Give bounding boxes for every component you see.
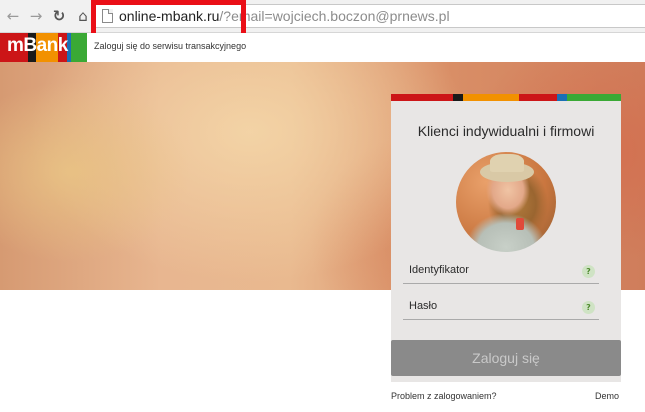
identifier-field[interactable]: Identyfikator ? bbox=[403, 260, 599, 284]
reload-icon[interactable]: ↻ bbox=[50, 7, 68, 25]
arrow-left-icon[interactable]: ← bbox=[4, 7, 22, 25]
logo-text: mBank bbox=[7, 35, 68, 56]
password-label: Hasło bbox=[409, 300, 438, 312]
hat-top-shape bbox=[490, 154, 524, 172]
identifier-label: Identyfikator bbox=[409, 264, 469, 276]
panel-color-bar bbox=[391, 94, 621, 101]
login-panel: Klienci indywidualni i firmowi Identyfik… bbox=[391, 94, 621, 382]
phone-shape bbox=[516, 218, 524, 230]
help-icon[interactable]: ? bbox=[582, 265, 595, 278]
header-tagline: Zaloguj się do serwisu transakcyjnego bbox=[94, 41, 247, 51]
demo-link[interactable]: Demo bbox=[595, 391, 619, 401]
password-field[interactable]: Hasło ? bbox=[403, 296, 599, 320]
customer-photo bbox=[456, 152, 556, 252]
help-icon[interactable]: ? bbox=[582, 301, 595, 314]
home-icon[interactable]: ⌂ bbox=[74, 7, 92, 25]
mbank-logo[interactable]: mBank bbox=[0, 33, 87, 62]
login-title: Klienci indywidualni i firmowi bbox=[417, 123, 595, 139]
arrow-right-icon[interactable]: → bbox=[27, 7, 45, 25]
url-path: /?email=wojciech.boczon@prnews.pl bbox=[219, 8, 450, 24]
login-button[interactable]: Zaloguj się bbox=[391, 340, 621, 376]
site-header: mBank Zaloguj się do serwisu transakcyjn… bbox=[0, 33, 645, 62]
login-problem-link[interactable]: Problem z zalogowaniem? bbox=[391, 391, 497, 401]
